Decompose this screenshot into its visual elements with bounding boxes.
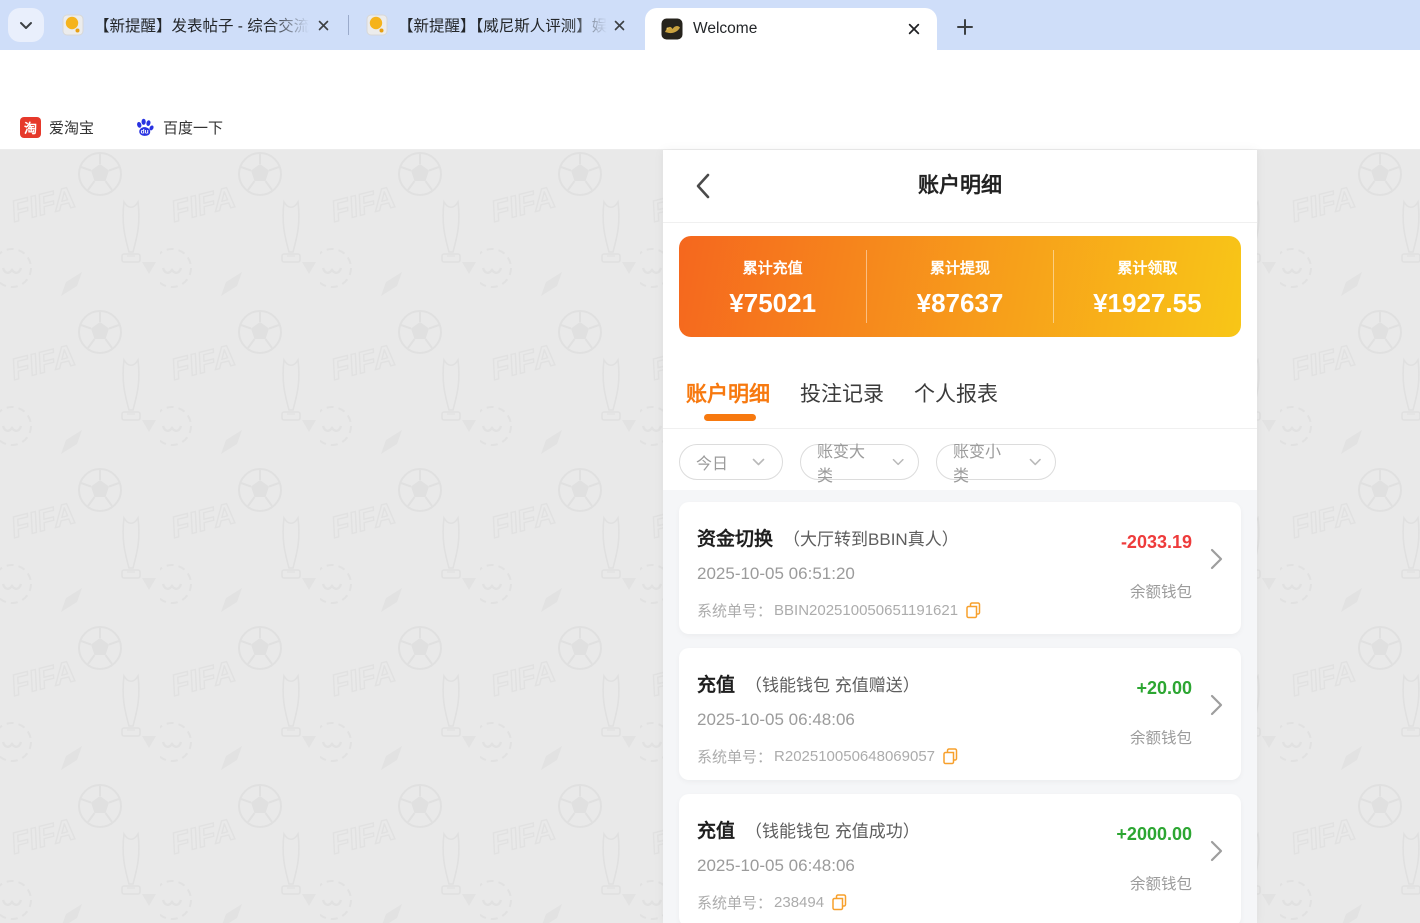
report-tabs: 账户明细 投注记录 个人报表 xyxy=(686,378,998,408)
wallet-label: 余额钱包 xyxy=(1130,872,1192,894)
bookmark-label: 爱淘宝 xyxy=(49,117,94,138)
account-detail-panel: 账户明细 累计充值 ¥75021 累计提现 ¥87637 累计领取 ¥1927.… xyxy=(663,150,1257,923)
transaction-row[interactable]: 充值 （钱能钱包 充值赠送） 2025-10-05 06:48:06 系统单号：… xyxy=(679,648,1241,780)
gold-dragon-favicon xyxy=(661,18,683,40)
transaction-datetime: 2025-10-05 06:48:06 xyxy=(697,856,855,876)
summary-divider xyxy=(866,250,867,323)
bookmark-baidu[interactable]: du 百度一下 xyxy=(128,113,229,142)
summary-total-withdraw: 累计提现 ¥87637 xyxy=(866,236,1053,337)
divider xyxy=(663,222,1257,223)
filter-label: 账变小类 xyxy=(953,438,1015,486)
browser-toolbar: 175616.cc/reports/index xyxy=(0,50,1420,105)
order-label: 系统单号： xyxy=(697,600,772,621)
filter-date-dropdown[interactable]: 今日 xyxy=(679,444,783,480)
order-number: 238494 xyxy=(774,894,824,911)
copy-icon[interactable] xyxy=(966,602,981,619)
tab-title: Welcome xyxy=(693,20,757,38)
plus-icon xyxy=(957,19,973,35)
wallet-label: 余额钱包 xyxy=(1130,580,1192,602)
summary-value: ¥87637 xyxy=(917,288,1004,319)
transaction-amount: +2000.00 xyxy=(1116,824,1192,845)
copy-icon[interactable] xyxy=(832,894,847,911)
browser-tab-active[interactable]: Welcome xyxy=(645,8,937,50)
filter-label: 账变大类 xyxy=(817,438,878,486)
tab-personal-report[interactable]: 个人报表 xyxy=(914,378,998,408)
transaction-row[interactable]: 充值 （钱能钱包 充值成功） 2025-10-05 06:48:06 系统单号：… xyxy=(679,794,1241,923)
forum-favicon xyxy=(62,14,84,36)
chevron-right-icon[interactable] xyxy=(1210,694,1223,716)
order-label: 系统单号： xyxy=(697,746,772,767)
tab-title: 【新提醒】发表帖子 - 综合交流 xyxy=(94,14,309,36)
transaction-type: 资金切换 xyxy=(697,524,773,551)
close-icon xyxy=(908,23,920,35)
chevron-left-icon xyxy=(695,173,711,199)
order-number: BBIN202510050651191621 xyxy=(774,602,958,619)
summary-value: ¥75021 xyxy=(729,288,816,319)
tab-account-detail[interactable]: 账户明细 xyxy=(686,378,770,408)
tab-separator xyxy=(348,15,349,35)
taobao-icon: 淘 xyxy=(20,117,41,138)
order-number: R202510050648069057 xyxy=(774,748,935,765)
summary-divider xyxy=(1053,250,1054,323)
chevron-down-icon xyxy=(752,458,765,466)
tab-bet-records[interactable]: 投注记录 xyxy=(800,378,884,408)
browser-tab-1[interactable]: 【新提醒】发表帖子 - 综合交流 xyxy=(52,0,346,50)
filter-minor-category-dropdown[interactable]: 账变小类 xyxy=(936,444,1056,480)
chevron-down-icon xyxy=(19,21,33,30)
chevron-down-icon xyxy=(1029,458,1041,466)
divider xyxy=(663,428,1257,429)
transaction-type: 充值 xyxy=(697,816,735,843)
bookmarks-bar: 淘 爱淘宝 du 百度一下 xyxy=(0,105,1420,150)
tab-close-button[interactable] xyxy=(903,18,925,40)
filter-row: 今日 账变大类 账变小类 xyxy=(679,444,1056,480)
tab-close-button[interactable] xyxy=(608,14,630,36)
chevron-right-icon[interactable] xyxy=(1210,548,1223,570)
tab-search-button[interactable] xyxy=(8,8,44,42)
tab-close-button[interactable] xyxy=(312,14,334,36)
browser-tab-2[interactable]: 【新提醒】【威尼斯人评测】娱 xyxy=(354,0,642,50)
summary-total-claim: 累计领取 ¥1927.55 xyxy=(1054,236,1241,337)
copy-icon[interactable] xyxy=(943,748,958,765)
svg-text:du: du xyxy=(141,128,149,135)
transaction-subtitle: （大厅转到BBIN真人） xyxy=(783,525,959,550)
tab-title: 【新提醒】【威尼斯人评测】娱 xyxy=(398,14,607,36)
active-tab-underline xyxy=(704,414,756,421)
transaction-row[interactable]: 资金切换 （大厅转到BBIN真人） 2025-10-05 06:51:20 系统… xyxy=(679,502,1241,634)
transaction-amount: +20.00 xyxy=(1136,678,1192,699)
filter-label: 今日 xyxy=(696,450,728,474)
transaction-type: 充值 xyxy=(697,670,735,697)
filter-major-category-dropdown[interactable]: 账变大类 xyxy=(800,444,919,480)
chevron-down-icon xyxy=(892,458,904,466)
browser-tab-bar: 【新提醒】发表帖子 - 综合交流 【新提醒】【威尼斯人评测】娱 xyxy=(0,0,1420,50)
bookmark-aitaobao[interactable]: 淘 爱淘宝 xyxy=(14,113,100,142)
transaction-subtitle: （钱能钱包 充值赠送） xyxy=(745,671,920,696)
page-back-button[interactable] xyxy=(689,172,717,200)
summary-label: 累计充值 xyxy=(743,257,803,278)
page-title: 账户明细 xyxy=(663,150,1257,222)
baidu-paw-icon: du xyxy=(134,117,155,138)
forum-favicon xyxy=(366,14,388,36)
order-label: 系统单号： xyxy=(697,892,772,913)
summary-total-recharge: 累计充值 ¥75021 xyxy=(679,236,866,337)
summary-value: ¥1927.55 xyxy=(1093,288,1201,319)
chevron-right-icon[interactable] xyxy=(1210,840,1223,862)
transaction-datetime: 2025-10-05 06:48:06 xyxy=(697,710,855,730)
transaction-amount: -2033.19 xyxy=(1121,532,1192,553)
wallet-label: 余额钱包 xyxy=(1130,726,1192,748)
close-icon xyxy=(614,20,625,31)
summary-card: 累计充值 ¥75021 累计提现 ¥87637 累计领取 ¥1927.55 xyxy=(679,236,1241,337)
transaction-subtitle: （钱能钱包 充值成功） xyxy=(745,817,920,842)
summary-label: 累计提现 xyxy=(930,257,990,278)
bookmark-label: 百度一下 xyxy=(163,117,223,138)
close-icon xyxy=(318,20,329,31)
transaction-datetime: 2025-10-05 06:51:20 xyxy=(697,564,855,584)
summary-label: 累计领取 xyxy=(1117,257,1177,278)
new-tab-button[interactable] xyxy=(948,10,982,44)
